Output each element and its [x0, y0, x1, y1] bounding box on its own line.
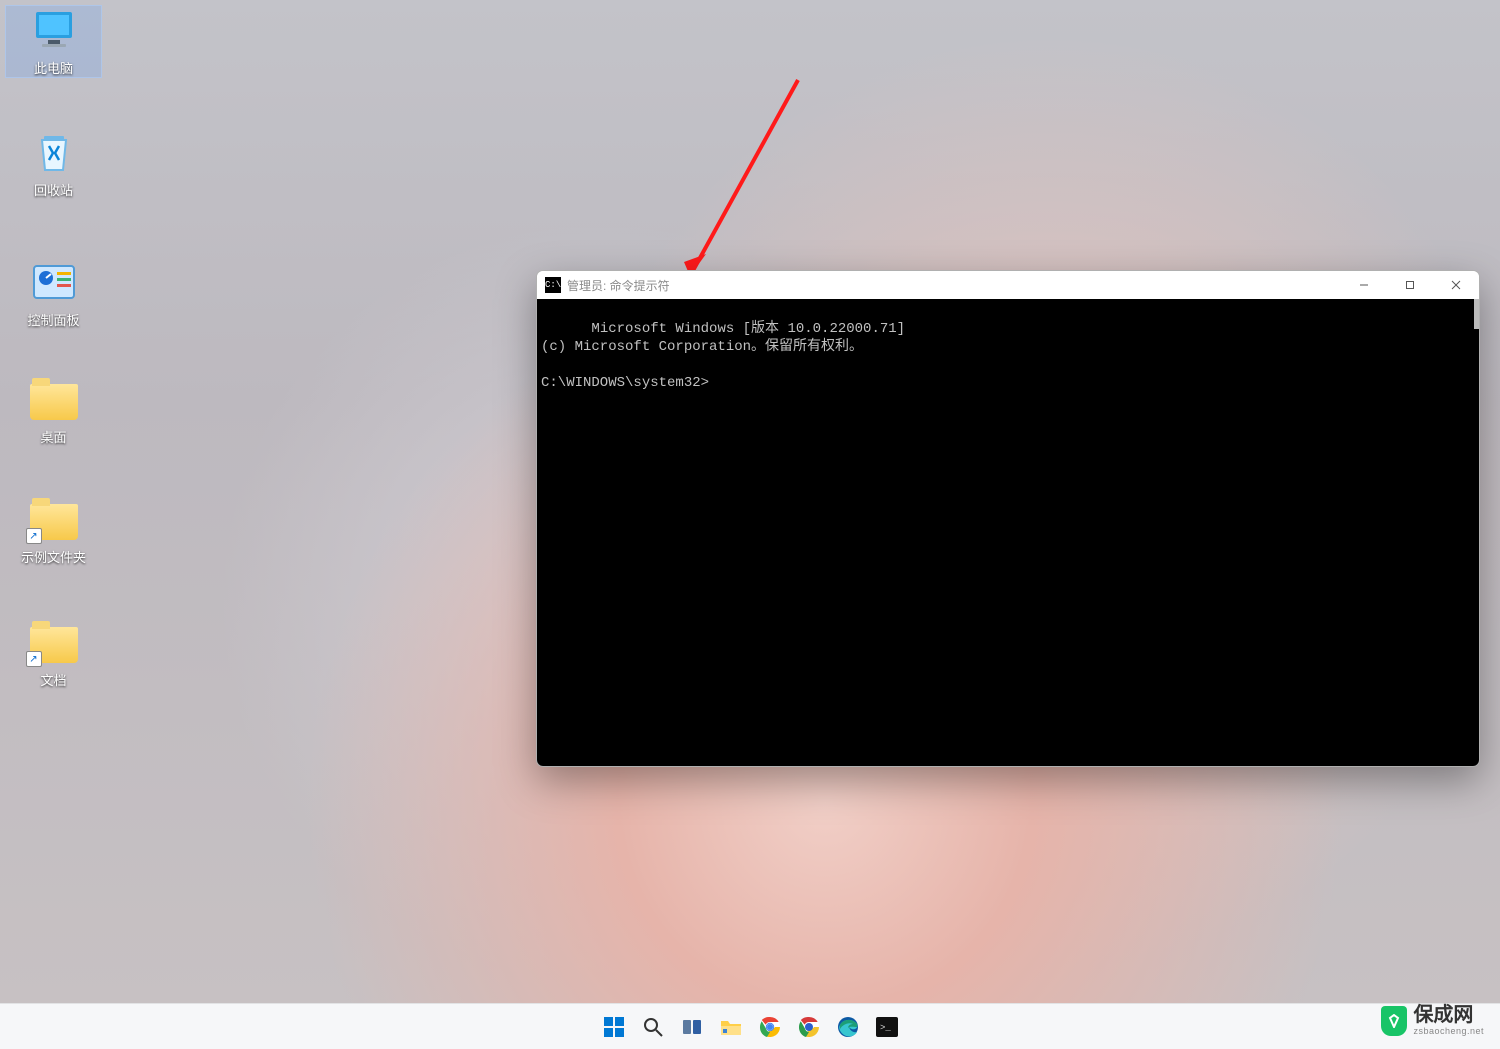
- this-pc-icon: [30, 6, 78, 54]
- terminal-body[interactable]: Microsoft Windows [版本 10.0.22000.71] (c)…: [537, 299, 1479, 766]
- taskbar[interactable]: >_: [0, 1003, 1500, 1049]
- command-prompt-icon[interactable]: >_: [872, 1012, 902, 1042]
- terminal-scrollbar[interactable]: [1474, 299, 1479, 329]
- desktop-icon-this-pc[interactable]: 此电脑: [6, 6, 101, 77]
- desktop-icon-recycle-bin[interactable]: 回收站: [6, 128, 101, 199]
- maximize-button[interactable]: [1387, 271, 1433, 299]
- desktop-icon-control-panel[interactable]: 控制面板: [6, 258, 101, 329]
- close-button[interactable]: [1433, 271, 1479, 299]
- watermark-brand: 保成网: [1413, 1004, 1473, 1026]
- folder-icon: ↗: [30, 627, 78, 663]
- desktop-icon-sample-folder[interactable]: ↗ 示例文件夹: [6, 495, 101, 566]
- terminal-prompt: C:\WINDOWS\system32>: [541, 375, 709, 391]
- recycle-bin-icon: [30, 128, 78, 176]
- desktop[interactable]: 此电脑 回收站 控制面板 桌面 ↗ 示例文件夹 ↗ 文档 C:\ 管理员: 命令…: [0, 0, 1500, 1003]
- desktop-icon-desktop-folder[interactable]: 桌面: [6, 375, 101, 446]
- desktop-icon-label: 此电脑: [6, 58, 101, 77]
- shortcut-overlay-icon: ↗: [26, 651, 42, 667]
- watermark-shield-icon: [1381, 1006, 1407, 1036]
- watermark-sub: zsbaocheng.net: [1413, 1026, 1484, 1036]
- desktop-icon-label: 控制面板: [6, 310, 101, 329]
- search-button[interactable]: [638, 1012, 668, 1042]
- command-prompt-window[interactable]: C:\ 管理员: 命令提示符 Microsoft Windows [版本 10.…: [536, 270, 1480, 767]
- desktop-icon-label: 回收站: [6, 180, 101, 199]
- folder-icon: [30, 384, 78, 420]
- chrome-icon[interactable]: [755, 1012, 785, 1042]
- desktop-icon-label: 桌面: [6, 427, 101, 446]
- folder-icon: ↗: [30, 504, 78, 540]
- task-view-button[interactable]: [677, 1012, 707, 1042]
- terminal-line: (c) Microsoft Corporation。保留所有权利。: [541, 339, 863, 355]
- cmd-app-icon: C:\: [545, 277, 561, 293]
- shortcut-overlay-icon: ↗: [26, 528, 42, 544]
- svg-text:>_: >_: [880, 1023, 891, 1033]
- control-panel-icon: [30, 258, 78, 306]
- annotation-arrow: [670, 72, 810, 302]
- watermark: 保成网 zsbaocheng.net: [1381, 1005, 1484, 1036]
- desktop-icon-label: 示例文件夹: [6, 547, 101, 566]
- terminal-line: Microsoft Windows [版本 10.0.22000.71]: [591, 321, 905, 337]
- edge-icon[interactable]: [833, 1012, 863, 1042]
- start-button[interactable]: [599, 1012, 629, 1042]
- minimize-button[interactable]: [1341, 271, 1387, 299]
- chrome-canary-icon[interactable]: [794, 1012, 824, 1042]
- window-title: 管理员: 命令提示符: [567, 277, 670, 294]
- desktop-icon-documents-folder[interactable]: ↗ 文档: [6, 618, 101, 689]
- file-explorer-icon[interactable]: [716, 1012, 746, 1042]
- window-titlebar[interactable]: C:\ 管理员: 命令提示符: [537, 271, 1479, 299]
- desktop-icon-label: 文档: [6, 670, 101, 689]
